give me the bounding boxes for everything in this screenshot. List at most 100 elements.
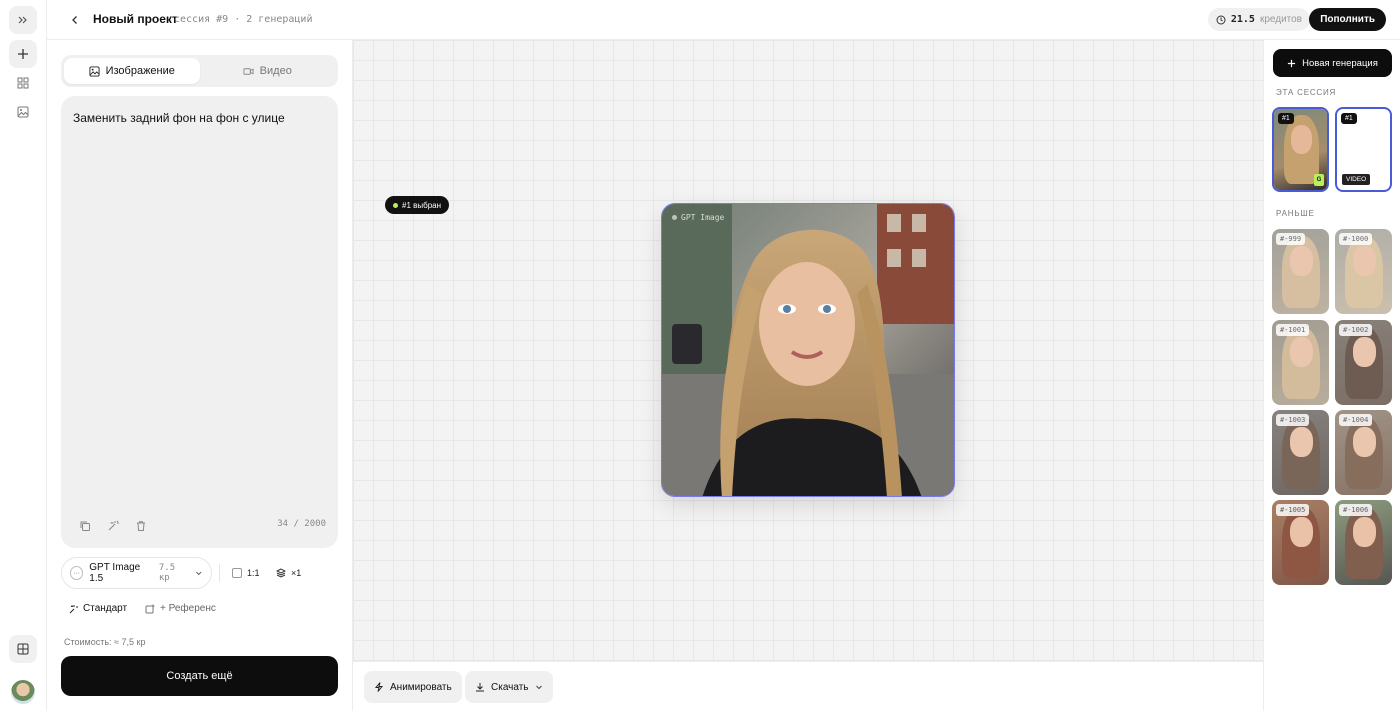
download-button[interactable]: Скачать (465, 671, 553, 703)
canvas-action-bar: Анимировать Скачать (353, 661, 1263, 711)
thumb-face (1290, 517, 1314, 547)
topup-button[interactable]: Пополнить (1309, 8, 1386, 31)
thumb-face (1290, 337, 1314, 367)
create-button[interactable]: Создать ещё (61, 656, 338, 696)
lightning-icon (374, 682, 384, 692)
earlier-section-label: РАНЬШЕ (1276, 209, 1315, 218)
thumb-tag: #-1002 (1339, 324, 1373, 336)
thumb-face (1290, 246, 1314, 276)
back-button[interactable] (65, 10, 85, 30)
download-label: Скачать (491, 681, 529, 693)
earlier-thumb[interactable]: #-1002 (1335, 320, 1392, 405)
trash-icon[interactable] (135, 520, 147, 532)
selected-badge-label: #1 выбран (402, 200, 442, 210)
image-icon (17, 106, 29, 118)
thumb-tag: #-1005 (1276, 504, 1310, 516)
cost-estimate: Стоимость: ≈ 7,5 кр (64, 637, 146, 647)
image-icon (89, 65, 100, 77)
image-model-text: GPT Image (681, 213, 725, 222)
thumb-tag: #-1000 (1339, 233, 1373, 245)
new-generation-button[interactable]: Новая генерация (1273, 49, 1392, 77)
model-name: GPT Image 1.5 (89, 562, 141, 584)
model-cost: 7.5 кр (158, 563, 176, 583)
earlier-thumb[interactable]: #-1001 (1272, 320, 1329, 405)
earlier-thumb[interactable]: #-1005 (1272, 500, 1329, 585)
chevron-left-icon (72, 16, 77, 24)
status-dot-icon (393, 202, 398, 208)
credits-badge[interactable]: 21.5 кредитов (1207, 8, 1310, 31)
thumb-face (1353, 517, 1377, 547)
project-title: Новый проект (93, 12, 178, 26)
session-section-label: ЭТА СЕССИЯ (1276, 88, 1337, 97)
prompt-input[interactable]: Заменить задний фон на фон с улице 34 / … (61, 96, 338, 548)
tab-image[interactable]: Изображение (64, 58, 200, 84)
aspect-ratio-toggle[interactable]: 1:1 (232, 564, 260, 582)
thumb-tag: #-1006 (1339, 504, 1373, 516)
char-counter: 34 / 2000 (277, 519, 326, 529)
canvas-area[interactable]: #1 выбран GPT Image (353, 40, 1263, 661)
thumb-face (1353, 337, 1377, 367)
avatar[interactable] (11, 680, 35, 704)
gallery-nav-button[interactable] (9, 98, 37, 126)
session-thumb-video[interactable]: #1 VIDEO (1335, 107, 1392, 192)
expand-sidebar-button[interactable] (9, 6, 37, 34)
session-thumb-image[interactable]: #1 G (1272, 107, 1329, 192)
earlier-thumb[interactable]: #-1006 (1335, 500, 1392, 585)
layers-icon (276, 568, 286, 578)
selected-badge: #1 выбран (385, 196, 450, 214)
mode-standard-label: Стандарт (83, 603, 128, 614)
tab-video-label: Видео (259, 65, 292, 77)
chevrons-right-icon (18, 16, 27, 24)
new-project-button[interactable] (9, 40, 37, 68)
thumb-tag: #-1003 (1276, 414, 1310, 426)
download-icon (476, 683, 484, 692)
earlier-thumb[interactable]: #-1004 (1335, 410, 1392, 495)
video-icon (243, 67, 254, 75)
thumb-face (1353, 246, 1377, 276)
add-reference-label: + Референс (160, 603, 216, 614)
thumb-tag: #-999 (1276, 233, 1306, 245)
layout-icon (17, 643, 29, 655)
thumb-tag: #1 (1341, 113, 1357, 124)
plus-icon (1288, 59, 1296, 67)
sparkles-icon (69, 604, 78, 613)
earlier-thumb[interactable]: #-999 (1272, 229, 1329, 314)
count-value: ×1 (291, 568, 302, 578)
aspect-square-icon (232, 568, 242, 578)
history-panel: Новая генерация ЭТА СЕССИЯ #1 G #1 VIDEO… (1263, 40, 1400, 711)
aspect-ratio-value: 1:1 (247, 568, 260, 578)
magic-wand-icon[interactable] (107, 520, 119, 532)
prompt-text[interactable]: Заменить задний фон на фон с улице (73, 111, 285, 125)
apps-button[interactable] (9, 635, 37, 663)
animate-label: Анимировать (390, 681, 452, 693)
thumb-face (1290, 427, 1314, 457)
mode-standard-button[interactable]: Стандарт (68, 603, 127, 614)
top-header: Новый проект сессия #9 · 2 генераций 21.… (47, 0, 1400, 40)
animate-button[interactable]: Анимировать (364, 671, 462, 703)
earlier-thumb[interactable]: #-1003 (1272, 410, 1329, 495)
new-generation-label: Новая генерация (1302, 57, 1378, 69)
add-reference-button[interactable]: + Референс (145, 603, 216, 614)
chevron-down-icon (535, 685, 542, 690)
project-subtitle: сессия #9 · 2 генераций (174, 14, 313, 25)
grid-nav-button[interactable] (9, 69, 37, 97)
clock-icon (1216, 15, 1226, 24)
thumb-face (1353, 427, 1377, 457)
mode-tabs: Изображение Видео (61, 55, 338, 87)
divider (219, 564, 220, 582)
tab-image-label: Изображение (105, 65, 175, 77)
generation-panel: Изображение Видео Заменить задний фон на… (47, 40, 353, 711)
tab-video[interactable]: Видео (200, 58, 336, 84)
thumb-tag: #1 (1278, 113, 1294, 124)
copy-icon[interactable] (79, 520, 91, 532)
dot-icon (672, 215, 677, 220)
count-selector[interactable]: ×1 (276, 564, 301, 582)
chevron-down-icon (196, 571, 202, 576)
generated-image[interactable]: GPT Image (661, 203, 955, 497)
credits-value: 21.5 (1230, 14, 1255, 25)
left-rail (0, 0, 47, 711)
portrait-photo (662, 204, 954, 496)
model-selector[interactable]: ··· GPT Image 1.5 7.5 кр (61, 557, 212, 589)
earlier-thumb[interactable]: #-1000 (1335, 229, 1392, 314)
image-plus-icon (145, 604, 155, 613)
